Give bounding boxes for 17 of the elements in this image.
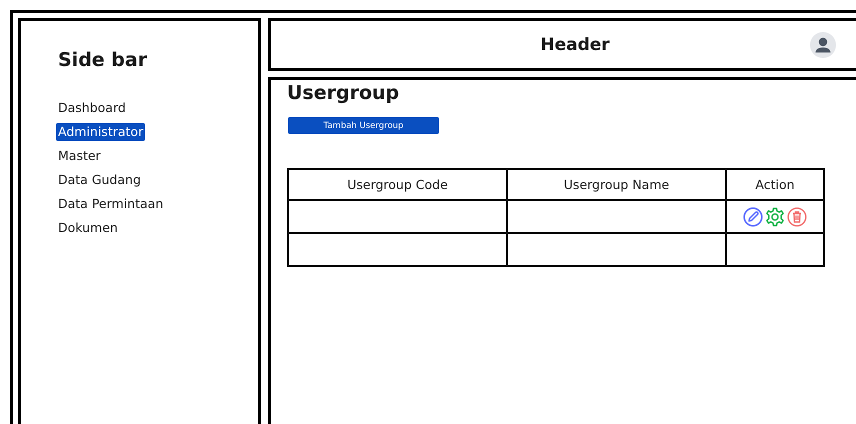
sidebar-item[interactable]: Dashboard xyxy=(56,99,128,117)
settings-icon[interactable] xyxy=(765,206,785,227)
user-avatar-icon[interactable] xyxy=(810,32,836,58)
delete-icon[interactable] xyxy=(787,206,807,227)
sidebar-item[interactable]: Dokumen xyxy=(56,219,120,237)
sidebar-item[interactable]: Master xyxy=(56,147,103,165)
sidebar-title: Side bar xyxy=(58,49,148,71)
sidebar-item[interactable]: Data Permintaan xyxy=(56,195,166,213)
column-header: Action xyxy=(726,169,824,200)
page-title: Usergroup xyxy=(287,82,400,104)
column-header: Usergroup Name xyxy=(507,169,726,200)
edit-icon[interactable] xyxy=(743,206,763,227)
header-title: Header xyxy=(540,34,610,54)
column-header: Usergroup Code xyxy=(288,169,507,200)
sidebar-item[interactable]: Administrator xyxy=(56,123,146,141)
sidebar-item[interactable]: Data Gudang xyxy=(56,171,143,189)
add-usergroup-button[interactable]: Tambah Usergroup xyxy=(288,117,439,134)
